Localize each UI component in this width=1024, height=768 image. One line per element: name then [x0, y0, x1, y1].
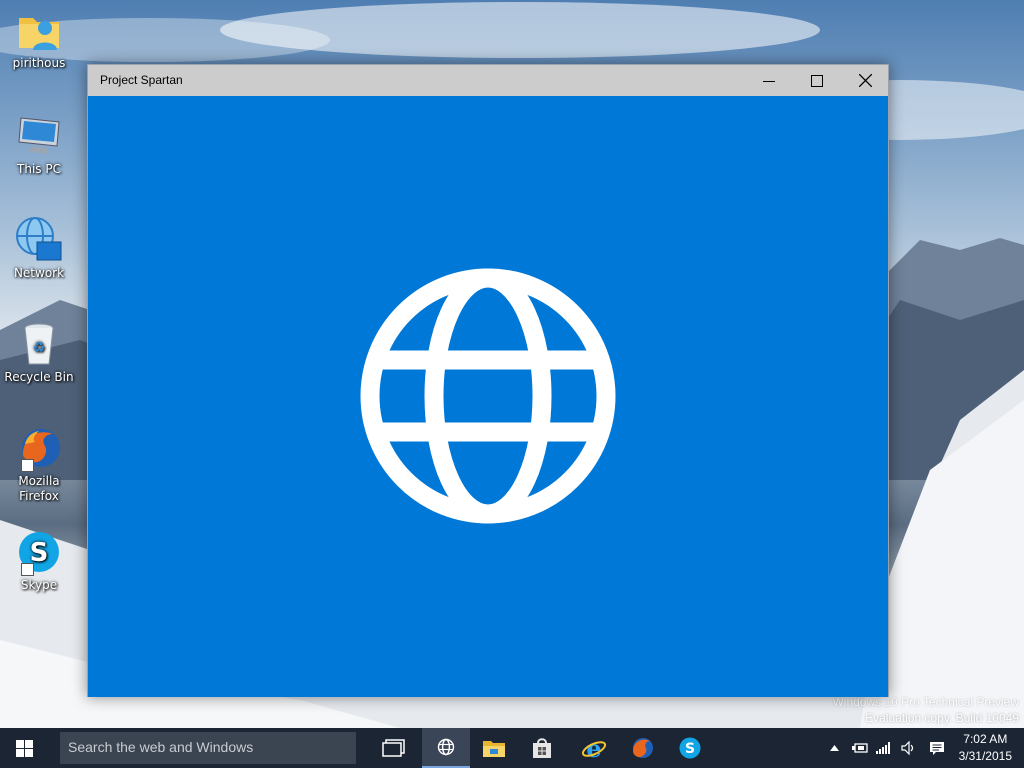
- taskbar-store-button[interactable]: [518, 728, 566, 768]
- start-button[interactable]: [0, 728, 48, 768]
- chevron-up-icon: [829, 745, 839, 751]
- desktop-icon-this-pc[interactable]: This PC: [4, 112, 74, 177]
- clock-time: 7:02 AM: [963, 732, 1008, 746]
- clock-date: 3/31/2015: [958, 749, 1012, 763]
- taskbar-internet-explorer-button[interactable]: e: [570, 728, 618, 768]
- splash-screen: [88, 96, 888, 697]
- taskbar-clock[interactable]: 7:02 AM 3/31/2015: [959, 731, 1012, 765]
- task-view-button[interactable]: [370, 728, 418, 768]
- skype-icon: S: [15, 528, 63, 576]
- desktop-icon-firefox[interactable]: Mozilla Firefox: [4, 424, 74, 504]
- minimize-icon: [763, 80, 775, 82]
- taskbar-firefox-button[interactable]: [618, 728, 666, 768]
- close-button[interactable]: [842, 65, 888, 96]
- maximize-button[interactable]: [794, 65, 840, 96]
- taskbar-spartan-button[interactable]: [422, 728, 470, 768]
- globe-icon: [360, 268, 616, 524]
- network-tray-button[interactable]: [874, 728, 894, 768]
- watermark-line-2: Evaluation copy. Build 10049: [865, 711, 1019, 725]
- minimize-button[interactable]: [746, 65, 792, 96]
- svg-text:♻: ♻: [33, 340, 46, 356]
- shortcut-arrow-icon: [21, 563, 34, 576]
- desktop-icon-label: Network: [13, 266, 65, 280]
- desktop-icon-label: Skype: [20, 578, 58, 592]
- desktop-icon-label: Mozilla Firefox: [18, 474, 60, 503]
- desktop-icon-network[interactable]: Network: [4, 216, 74, 281]
- close-icon: [858, 74, 872, 87]
- evaluation-watermark: Windows 10 Pro Technical Preview Evaluat…: [832, 694, 1019, 726]
- firefox-icon: [15, 424, 63, 472]
- skype-icon: S: [679, 737, 701, 759]
- spartan-window: Project Spartan: [87, 64, 889, 697]
- network-icon: [15, 216, 63, 264]
- spartan-icon: [437, 738, 455, 756]
- desktop-icon-label: Recycle Bin: [4, 370, 74, 384]
- desktop-icon-recycle-bin[interactable]: ♻ Recycle Bin: [4, 320, 74, 385]
- search-box[interactable]: Search the web and Windows: [60, 732, 356, 764]
- power-tray-button[interactable]: [850, 728, 870, 768]
- desktop-icon-label: This PC: [17, 162, 61, 176]
- power-plug-icon: [852, 743, 868, 753]
- window-titlebar[interactable]: Project Spartan: [88, 65, 888, 96]
- search-placeholder: Search the web and Windows: [68, 739, 254, 755]
- signal-bars-icon: [876, 742, 890, 754]
- taskbar: Search the web and Windows e S 7:02 AM 3…: [0, 728, 1024, 768]
- recycle-bin-icon: ♻: [15, 320, 63, 368]
- file-explorer-icon: [483, 741, 505, 757]
- desktop-icon-skype[interactable]: S Skype: [4, 528, 74, 593]
- volume-tray-button[interactable]: [898, 728, 920, 768]
- internet-explorer-icon: e: [581, 736, 607, 760]
- computer-icon: [15, 112, 63, 160]
- speaker-icon: [901, 741, 914, 755]
- taskbar-file-explorer-button[interactable]: [470, 728, 518, 768]
- user-folder-icon: [15, 6, 63, 54]
- window-title: Project Spartan: [100, 73, 183, 87]
- taskbar-skype-button[interactable]: S: [666, 728, 714, 768]
- notification-icon: [930, 741, 944, 755]
- show-hidden-icons-button[interactable]: [824, 728, 844, 768]
- maximize-icon: [811, 74, 823, 87]
- windows-logo-icon: [15, 739, 33, 757]
- svg-text:S: S: [685, 741, 695, 757]
- desktop-icon-label: pirithous: [12, 56, 66, 70]
- task-view-icon: [382, 739, 405, 757]
- store-icon: [533, 738, 551, 758]
- action-center-button[interactable]: [926, 728, 948, 768]
- shortcut-arrow-icon: [21, 459, 34, 472]
- firefox-icon: [633, 738, 653, 758]
- desktop-icon-user-folder[interactable]: pirithous: [4, 6, 74, 71]
